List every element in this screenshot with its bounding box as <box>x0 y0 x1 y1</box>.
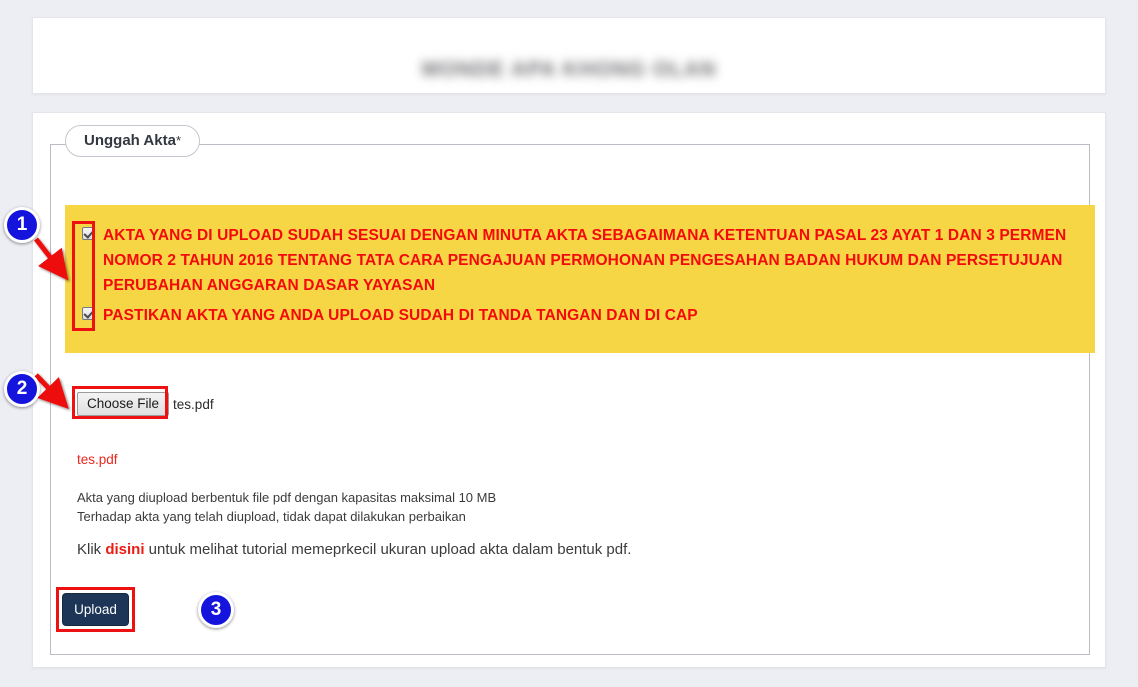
hint-line-2: Terhadap akta yang telah diupload, tidak… <box>77 509 466 524</box>
legend-label: Unggah Akta <box>84 132 176 149</box>
notice-item-1: AKTA YANG DI UPLOAD SUDAH SESUAI DENGAN … <box>75 223 1087 298</box>
required-marker: * <box>175 133 182 148</box>
upload-form-card: Unggah Akta* <box>32 112 1106 668</box>
file-input-row[interactable]: Choose File tes.pdf <box>77 392 214 416</box>
annotation-badge-1: 1 <box>4 207 40 243</box>
tutorial-prefix: Klik <box>77 541 106 558</box>
notice-item-2: PASTIKAN AKTA YANG ANDA UPLOAD SUDAH DI … <box>75 303 1087 328</box>
page-title: MONDE APA KHONG OLAN <box>421 58 717 81</box>
hint-line-1: Akta yang diupload berbentuk file pdf de… <box>77 490 497 505</box>
selected-file-name: tes.pdf <box>173 396 214 412</box>
annotation-badge-3: 3 <box>198 592 234 628</box>
agreement-checkbox-2[interactable] <box>82 307 95 320</box>
tutorial-link[interactable]: disini <box>105 541 144 558</box>
tutorial-suffix: untuk melihat tutorial memeprkecil ukura… <box>144 541 632 558</box>
agreement-checkbox-1[interactable] <box>82 227 95 240</box>
tutorial-text: Klik disini untuk melihat tutorial memep… <box>77 541 631 558</box>
notice-item-1-text: AKTA YANG DI UPLOAD SUDAH SESUAI DENGAN … <box>103 227 1067 294</box>
annotation-badge-2: 2 <box>4 371 40 407</box>
header-card: MONDE APA KHONG OLAN <box>32 17 1106 94</box>
choose-file-button[interactable]: Choose File <box>77 392 170 416</box>
notice-item-2-text: PASTIKAN AKTA YANG ANDA UPLOAD SUDAH DI … <box>103 307 698 324</box>
fieldset-legend: Unggah Akta* <box>65 125 201 157</box>
upload-button[interactable]: Upload <box>62 593 129 626</box>
uploaded-file-label: tes.pdf <box>77 452 118 467</box>
warning-notice: AKTA YANG DI UPLOAD SUDAH SESUAI DENGAN … <box>65 205 1095 353</box>
